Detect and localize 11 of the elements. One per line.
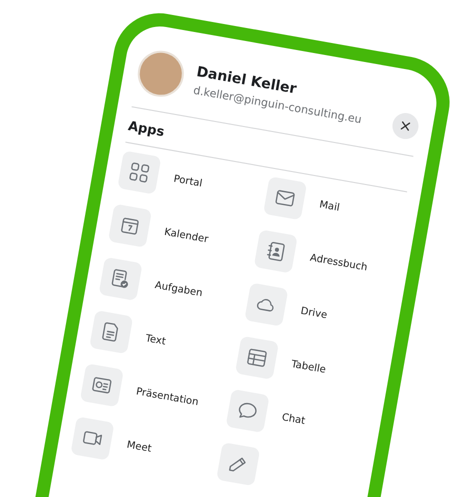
app-label[interactable]: Aufgaben: [154, 280, 204, 299]
app-label[interactable]: Tabelle: [290, 358, 327, 376]
app-label[interactable]: Mail: [318, 198, 341, 214]
app-label[interactable]: Drive: [300, 305, 328, 321]
app-label[interactable]: Meet: [126, 439, 152, 454]
app-label[interactable]: Chat: [281, 412, 306, 427]
section-title: Apps: [126, 119, 166, 140]
app-label[interactable]: Text: [144, 332, 167, 348]
app-label[interactable]: Portal: [172, 173, 204, 190]
app-label[interactable]: Kalender: [163, 226, 210, 245]
app-label[interactable]: Adressbuch: [309, 252, 368, 273]
